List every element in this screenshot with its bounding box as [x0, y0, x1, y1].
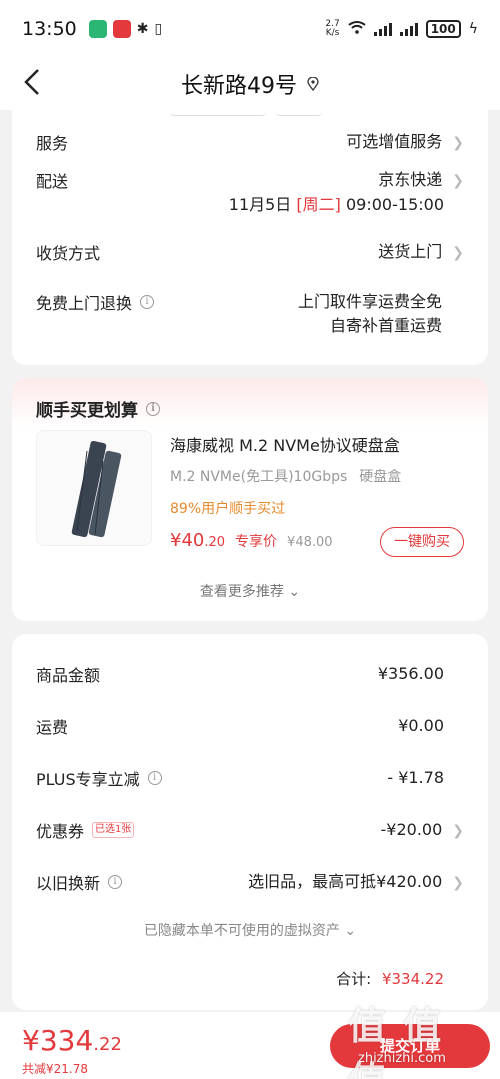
vibrate-icon: ▯	[154, 21, 163, 37]
info-icon[interactable]: i	[140, 295, 155, 309]
hidden-assets-toggle[interactable]: 已隐藏本单不可使用的虚拟资产 ⌄	[12, 920, 488, 940]
receive-value: 送货上门 ❯	[378, 240, 464, 265]
status-bar: 13:50 ✱ ▯ 2.7 K/s 100 ϟ	[0, 0, 500, 58]
receive-method-row[interactable]: 收货方式 送货上门 ❯	[36, 240, 464, 265]
goods-amount-row: 商品金额 ¥356.00	[36, 664, 444, 685]
receive-label: 收货方式	[36, 244, 101, 263]
one-click-buy-button[interactable]: 一键购买	[380, 527, 464, 557]
info-icon[interactable]: i	[108, 875, 123, 889]
delivery-row[interactable]: 配送 京东快递 ❯ 11月5日 [周二] 09:00-15:00	[36, 168, 464, 217]
wifi-icon	[348, 20, 366, 38]
delivery-weekday: [周二]	[296, 195, 341, 214]
signal-icon	[399, 22, 418, 36]
original-price: ¥48.00	[287, 535, 333, 550]
header-tab-shadow	[170, 110, 266, 116]
battery-icon: 100	[425, 20, 461, 38]
checkout-bar: ¥334.22 共减¥21.78 提交订单	[0, 1012, 500, 1079]
total-savings: 共减¥21.78	[22, 1062, 88, 1076]
chevron-down-icon: ⌄	[344, 923, 357, 939]
app-notification-icon	[88, 20, 107, 38]
product-title[interactable]: 海康威视 M.2 NVMe协议硬盘盒	[170, 432, 400, 456]
free-return-label: 免费上门退换	[36, 294, 133, 313]
service-label: 服务	[36, 134, 69, 153]
chevron-right-icon: ❯	[452, 823, 464, 839]
checkout-price: ¥334.22	[22, 1024, 122, 1057]
order-info-card: 服务 可选增值服务 ❯ 配送 京东快递 ❯ 11月5日 [周二] 09:00-15:…	[12, 110, 488, 365]
charging-icon: ϟ	[468, 21, 478, 37]
free-return-value: 上门取件享运费全免 自寄补首重运费	[297, 292, 442, 335]
bundle-recommend-card: 顺手买更划算 i 海康威视 M.2 NVMe协议硬盘盒 M.2 NVMe(免工具…	[12, 378, 488, 621]
total-row: 合计: ¥334.22	[336, 970, 444, 988]
chevron-down-icon: ⌄	[288, 584, 301, 600]
plus-discount-row: PLUS专享立减 i - ¥1.78	[36, 768, 444, 789]
price-summary-card: 商品金额 ¥356.00 运费 ¥0.00 PLUS专享立减 i - ¥1.78…	[12, 634, 488, 1010]
back-button[interactable]	[24, 68, 40, 104]
price-tag: 专享价	[235, 534, 278, 550]
product-image[interactable]	[36, 430, 152, 546]
header-tab-shadow	[276, 110, 322, 116]
app-notification-icon	[112, 20, 131, 38]
chevron-right-icon: ❯	[452, 135, 464, 151]
chevron-right-icon: ❯	[452, 875, 464, 891]
product-price: ¥40.20 专享价 ¥48.00	[170, 530, 333, 551]
signal-icon	[373, 22, 392, 36]
bluetooth-icon: ✱	[136, 21, 149, 37]
coupon-row[interactable]: 优惠券 已选1张 -¥20.00 ❯	[36, 818, 464, 843]
service-row[interactable]: 服务 可选增值服务 ❯	[36, 130, 464, 155]
chevron-right-icon: ❯	[452, 245, 464, 261]
product-hint: 89%用户顺手买过	[170, 501, 286, 517]
page-title[interactable]: 长新路49号	[181, 68, 319, 100]
delivery-label: 配送	[36, 172, 69, 191]
free-return-row: 免费上门退换 i 上门取件享运费全免 自寄补首重运费	[36, 290, 464, 338]
freight-row: 运费 ¥0.00	[36, 716, 444, 737]
more-recommendations-link[interactable]: 查看更多推荐 ⌄	[12, 581, 488, 601]
coupon-badge: 已选1张	[92, 822, 135, 838]
page-header: 长新路49号	[0, 58, 500, 110]
location-icon	[307, 77, 319, 91]
clock: 13:50	[22, 18, 77, 40]
submit-order-button[interactable]: 提交订单	[330, 1024, 490, 1068]
trade-in-row[interactable]: 以旧换新 i 选旧品，最高可抵¥420.00 ❯	[36, 870, 464, 895]
delivery-value: 京东快递 ❯ 11月5日 [周二] 09:00-15:00	[228, 170, 464, 214]
network-speed: 2.7 K/s	[325, 19, 340, 38]
product-spec: M.2 NVMe(免工具)10Gbps 硬盘盒	[170, 469, 402, 485]
section-title: 顺手买更划算 i	[36, 396, 160, 421]
service-value: 可选增值服务 ❯	[346, 130, 464, 155]
info-icon[interactable]: i	[146, 401, 160, 416]
info-icon[interactable]: i	[147, 771, 162, 785]
chevron-right-icon: ❯	[452, 173, 464, 189]
